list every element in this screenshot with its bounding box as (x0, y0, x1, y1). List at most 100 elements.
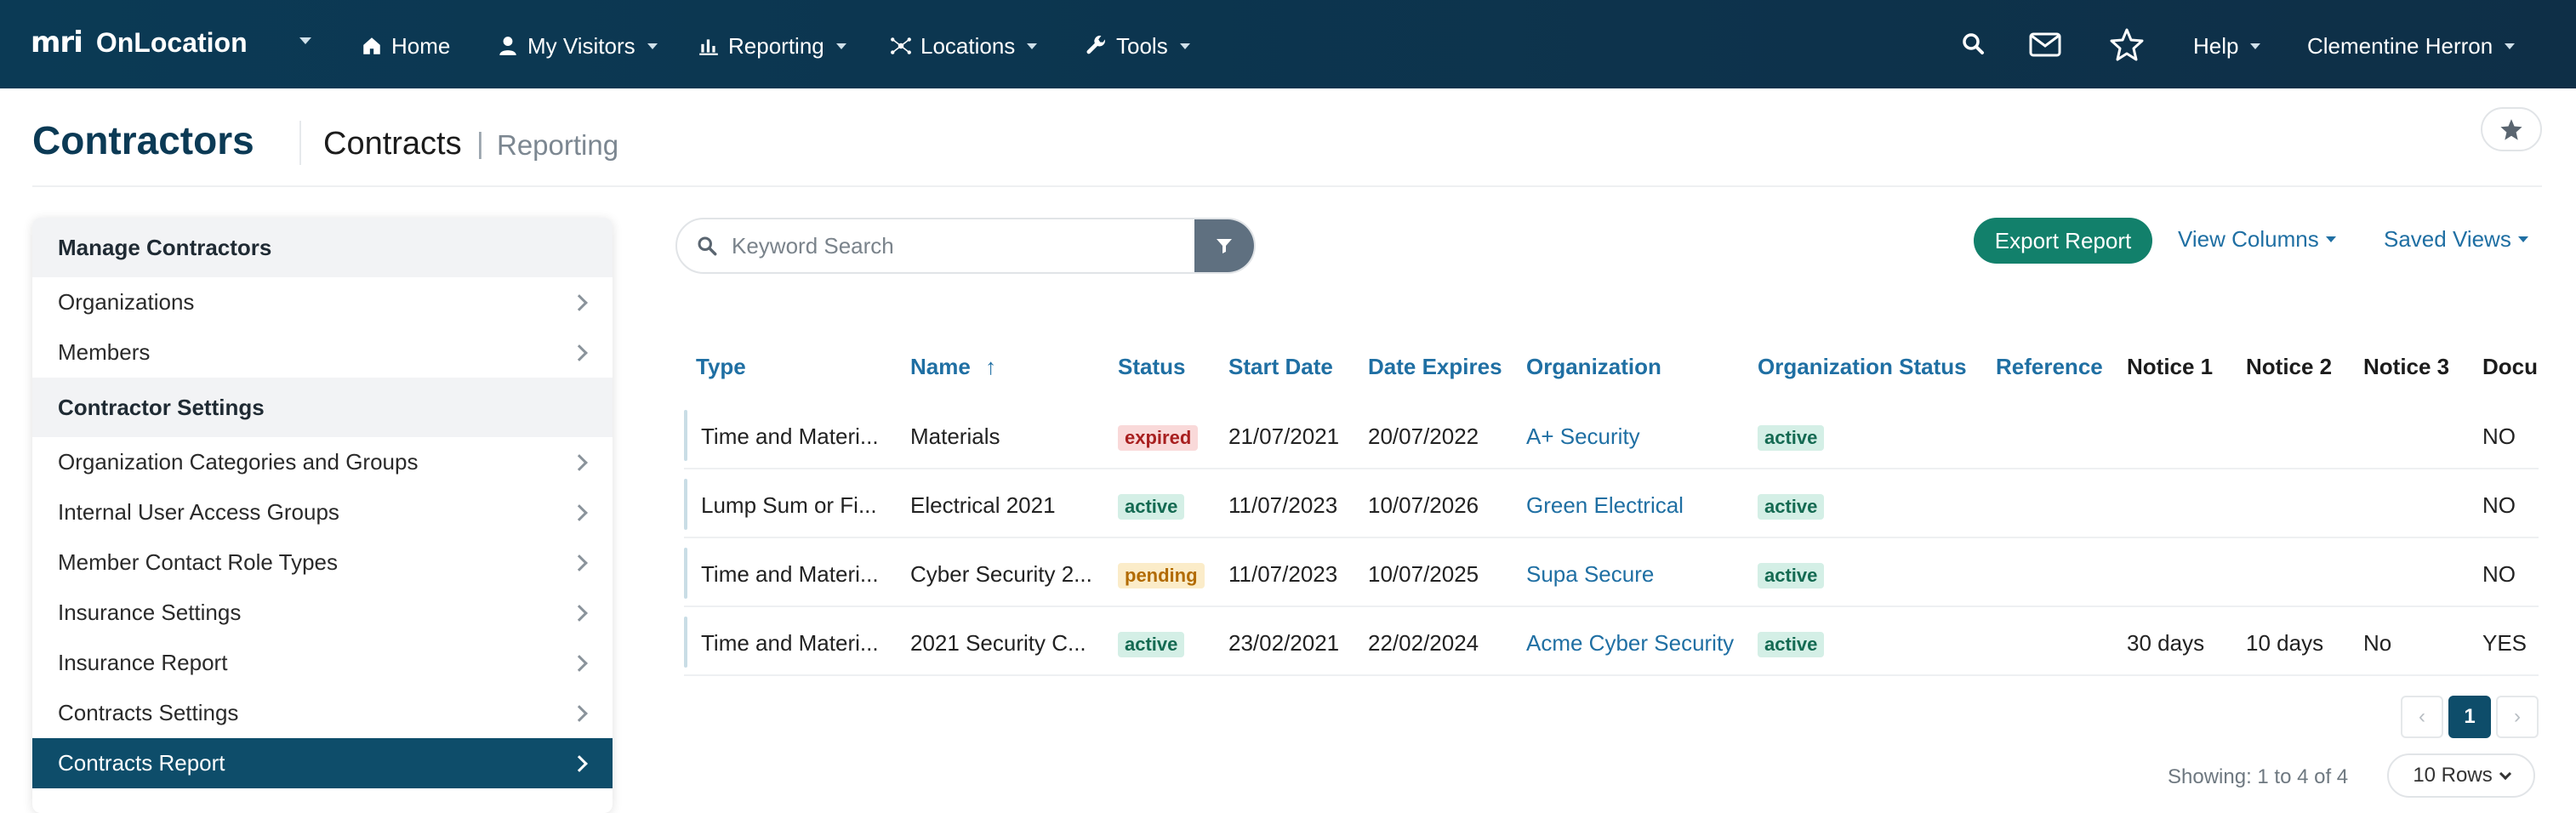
sidebar-item-organization-categories[interactable]: Organization Categories and Groups (32, 437, 613, 487)
organization-link[interactable]: A+ Security (1526, 424, 1640, 450)
nav-my-visitors[interactable]: My Visitors (497, 29, 658, 63)
mail-icon[interactable] (2028, 27, 2062, 61)
nav-tools-label: Tools (1116, 32, 1168, 59)
table-row[interactable]: Time and Materi... Cyber Security 2... p… (684, 541, 2539, 607)
sidebar-section-contractor-settings: Contractor Settings (32, 378, 613, 437)
column-header-organization-status[interactable]: Organization Status (1758, 354, 1967, 380)
sidebar-item-label: Members (58, 339, 151, 365)
user-name: Clementine Herron (2307, 32, 2493, 59)
page-1-button[interactable]: 1 (2448, 696, 2491, 738)
column-header-name[interactable]: Name ↑ (910, 354, 996, 380)
chevron-right-icon (571, 453, 588, 471)
top-navbar: mri OnLocation Home My Visitors Reportin… (0, 0, 2576, 88)
column-header-status[interactable]: Status (1118, 354, 1185, 380)
app-switcher-chevron-down-icon[interactable] (299, 37, 311, 44)
column-header-documents: Docu (2482, 354, 2538, 379)
nav-help[interactable]: Help (2193, 29, 2261, 63)
table-row[interactable]: Time and Materi... Materials expired 21/… (684, 403, 2539, 469)
filter-button[interactable] (1194, 219, 1254, 272)
sidebar-item-insurance-report[interactable]: Insurance Report (32, 638, 613, 688)
prev-page-button[interactable]: ‹ (2401, 696, 2443, 738)
column-header-name-label: Name (910, 354, 971, 379)
network-icon (891, 37, 911, 54)
export-report-button[interactable]: Export Report (1974, 218, 2152, 264)
sidebar-item-label: Insurance Report (58, 650, 228, 675)
pagination: ‹ 1 › (2401, 696, 2539, 738)
cell-date-expires: 22/02/2024 (1368, 630, 1479, 656)
user-menu[interactable]: Clementine Herron (2307, 29, 2516, 63)
page-title: Contractors (32, 118, 254, 162)
sidebar: Manage Contractors Organizations Members… (32, 218, 613, 813)
sort-ascending-icon: ↑ (985, 354, 997, 379)
organization-link[interactable]: Supa Secure (1526, 561, 1654, 588)
nav-home-label: Home (391, 32, 451, 59)
chevron-down-icon (647, 43, 658, 49)
nav-home[interactable]: Home (361, 29, 450, 63)
header-divider-line (32, 185, 2542, 187)
organization-link[interactable]: Acme Cyber Security (1526, 630, 1734, 657)
sidebar-item-members[interactable]: Members (32, 327, 613, 378)
sidebar-item-member-contact-role-types[interactable]: Member Contact Role Types (32, 537, 613, 588)
column-header-reference[interactable]: Reference (1996, 354, 2103, 380)
row-accent (684, 410, 687, 461)
view-columns-button[interactable]: View Columns (2178, 226, 2336, 253)
cell-start-date: 11/07/2023 (1228, 492, 1338, 518)
sidebar-item-contracts-settings[interactable]: Contracts Settings (32, 688, 613, 738)
chevron-down-icon (835, 43, 846, 49)
status-badge: expired (1118, 425, 1199, 451)
sidebar-item-internal-user-access-groups[interactable]: Internal User Access Groups (32, 487, 613, 537)
cell-date-expires: 20/07/2022 (1368, 424, 1479, 449)
cell-documents: NO (2482, 561, 2516, 587)
table-row[interactable]: Time and Materi... 2021 Security C... ac… (684, 610, 2539, 676)
column-header-organization[interactable]: Organization (1526, 354, 1661, 380)
cell-type: Time and Materi... (701, 630, 879, 656)
sidebar-item-label: Member Contact Role Types (58, 549, 338, 575)
rows-per-page-select[interactable]: 10 Rows (2387, 753, 2535, 798)
page-subtitle: Contracts (323, 126, 462, 162)
bar-chart-icon (699, 39, 718, 55)
contracts-table: Type Name ↑ Status Start Date Date Expir… (684, 340, 2539, 680)
chevron-down-icon (2505, 43, 2516, 49)
nav-tools[interactable]: Tools (1086, 29, 1190, 63)
row-accent (684, 617, 687, 668)
cell-date-expires: 10/07/2026 (1368, 492, 1479, 518)
sidebar-item-insurance-settings[interactable]: Insurance Settings (32, 588, 613, 638)
search-icon[interactable] (1957, 27, 1991, 61)
nav-reporting[interactable]: Reporting (698, 29, 846, 63)
nav-locations[interactable]: Locations (890, 29, 1038, 63)
table-row[interactable]: Lump Sum or Fi... Electrical 2021 active… (684, 472, 2539, 538)
chevron-right-icon (571, 503, 588, 521)
org-status-badge: active (1758, 632, 1825, 657)
chevron-right-icon (571, 554, 588, 571)
next-page-button[interactable]: › (2496, 696, 2539, 738)
cell-documents: NO (2482, 492, 2516, 518)
search-input[interactable] (732, 232, 1191, 259)
chevron-right-icon (571, 604, 588, 622)
sidebar-item-organizations[interactable]: Organizations (32, 277, 613, 327)
nav-my-visitors-label: My Visitors (527, 32, 635, 59)
filter-icon (1217, 239, 1232, 253)
star-icon[interactable] (2110, 27, 2144, 61)
column-header-notice-2: Notice 2 (2246, 354, 2333, 379)
favorite-button[interactable] (2481, 107, 2542, 151)
org-status-badge: active (1758, 494, 1825, 520)
app-logo[interactable]: mri OnLocation (31, 26, 248, 60)
saved-views-button[interactable]: Saved Views (2384, 226, 2528, 253)
cell-documents: NO (2482, 424, 2516, 449)
view-columns-label: View Columns (2178, 226, 2319, 252)
nav-reporting-label: Reporting (728, 32, 824, 59)
cell-name: 2021 Security C... (910, 630, 1086, 656)
column-header-date-expires[interactable]: Date Expires (1368, 354, 1502, 380)
status-badge: active (1118, 632, 1185, 657)
rows-per-page-label: 10 Rows (2413, 764, 2493, 787)
cell-start-date: 23/02/2021 (1228, 630, 1340, 656)
cell-type: Time and Materi... (701, 424, 879, 449)
column-header-type[interactable]: Type (696, 354, 746, 380)
sidebar-item-label: Insurance Settings (58, 600, 242, 625)
cell-documents: YES (2482, 630, 2528, 656)
organization-link[interactable]: Green Electrical (1526, 492, 1684, 519)
search-icon (698, 236, 717, 256)
sidebar-item-label: Internal User Access Groups (58, 499, 339, 525)
sidebar-item-contracts-report[interactable]: Contracts Report (32, 738, 613, 788)
column-header-start-date[interactable]: Start Date (1228, 354, 1333, 380)
